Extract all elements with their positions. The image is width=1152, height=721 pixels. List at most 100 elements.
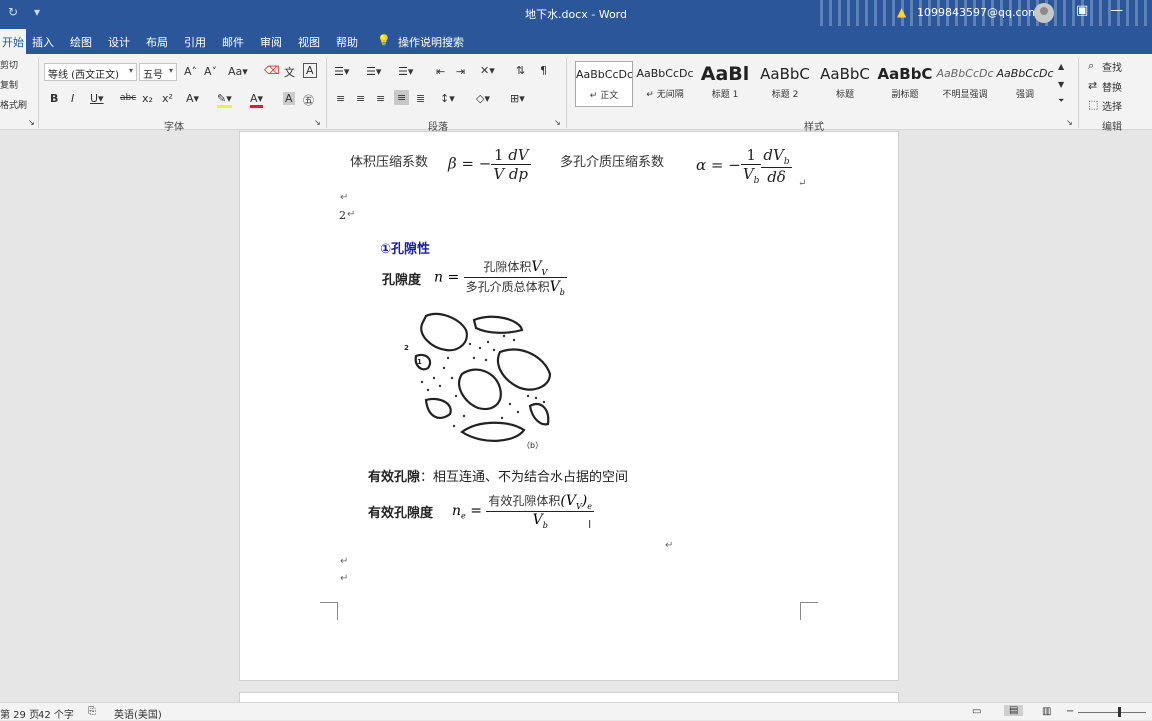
sort-icon[interactable]: ⇅: [516, 64, 525, 77]
style-normal[interactable]: AaBbCcDc ↵ 正文: [575, 61, 633, 107]
effective-pore-definition: ：相互连通、不为结合水占据的空间: [420, 470, 629, 485]
enclose-characters-icon[interactable]: ㊄: [303, 92, 314, 108]
styles-more-icon[interactable]: ⏷: [1058, 96, 1064, 106]
grain: [528, 402, 550, 426]
style-no-spacing[interactable]: AaBbCcDc ↵ 无间隔: [636, 61, 694, 107]
format-painter-button[interactable]: 格式刷: [0, 98, 27, 111]
tab-layout[interactable]: 布局: [146, 34, 168, 50]
multilevel-list-icon[interactable]: ☰▾: [398, 65, 413, 78]
tab-home[interactable]: 开始: [0, 29, 26, 54]
tab-view[interactable]: 视图: [298, 34, 320, 50]
style-subtle-emphasis[interactable]: AaBbCcDc 不明显强调: [936, 61, 994, 107]
tab-mailings[interactable]: 邮件: [222, 34, 244, 50]
paragraph-mark: ↵: [665, 540, 674, 551]
increase-indent-icon[interactable]: ⇥: [456, 65, 465, 78]
grain: [460, 421, 526, 442]
page-count[interactable]: 第 29 页: [0, 706, 39, 721]
styles-scroll-up-icon[interactable]: ▲: [1058, 62, 1064, 71]
tab-draw[interactable]: 绘图: [70, 34, 92, 50]
style-emphasis[interactable]: AaBbCcDc 强调: [996, 61, 1054, 107]
strikethrough-icon[interactable]: abc: [120, 93, 136, 103]
clear-formatting-icon[interactable]: ⌫: [264, 64, 280, 77]
zoom-slider-thumb[interactable]: [1118, 707, 1121, 717]
cut-button[interactable]: 剪切: [0, 58, 18, 71]
clipboard-launcher-icon[interactable]: ↘: [28, 118, 35, 127]
font-name-dropdown[interactable]: 等线 (西文正文) ▾: [44, 63, 137, 81]
minimize-icon[interactable]: —: [1110, 3, 1123, 18]
style-heading-1[interactable]: AaBl 标题 1: [696, 61, 754, 107]
paragraph-launcher-icon[interactable]: ↘: [554, 118, 561, 127]
ribbon-display-icon[interactable]: ▣: [1076, 3, 1088, 18]
tell-me-search[interactable]: 操作说明搜索: [398, 34, 464, 50]
word-count[interactable]: 42 个字: [38, 706, 74, 721]
align-right-icon[interactable]: ≡: [376, 92, 385, 105]
avatar[interactable]: [1034, 3, 1054, 23]
chevron-down-icon: ▾: [128, 66, 133, 75]
style-sample: AaBbC: [820, 65, 870, 83]
shading-icon[interactable]: ◇▾: [476, 92, 490, 105]
text-effects-icon[interactable]: A▾: [186, 92, 199, 105]
grow-font-icon[interactable]: A˄: [184, 65, 197, 78]
warning-icon[interactable]: ▲: [897, 5, 906, 19]
align-center-icon[interactable]: ≡: [356, 92, 365, 105]
zoom-out-icon[interactable]: −: [1066, 706, 1074, 717]
numbering-icon[interactable]: ☰▾: [366, 65, 381, 78]
styles-scroll-down-icon[interactable]: ▼: [1058, 80, 1064, 89]
effective-pore-line: 有效孔隙：相互连通、不为结合水占据的空间: [368, 466, 628, 485]
superscript-icon[interactable]: x²: [162, 92, 173, 105]
find-button[interactable]: 查找: [1102, 59, 1122, 74]
tab-design[interactable]: 设计: [108, 34, 130, 50]
style-heading-2[interactable]: AaBbC 标题 2: [756, 61, 814, 107]
tab-review[interactable]: 审阅: [260, 34, 282, 50]
replace-button[interactable]: 替换: [1102, 79, 1122, 94]
bullets-icon[interactable]: ☰▾: [334, 65, 349, 78]
copy-button[interactable]: 复制: [0, 78, 18, 91]
language[interactable]: 英语(美国): [114, 706, 162, 721]
zoom-slider[interactable]: [1078, 712, 1146, 713]
font-size-dropdown[interactable]: 五号 ▾: [139, 63, 177, 81]
read-mode-icon[interactable]: ▭: [972, 706, 981, 717]
borders-icon[interactable]: ⊞▾: [510, 92, 525, 105]
tab-insert[interactable]: 插入: [32, 34, 54, 50]
bold-icon[interactable]: B: [50, 92, 58, 105]
document-page[interactable]: 体积压缩系数 β = −1 VdV dp 多孔介质压缩系数 α = −1 Vb dVb d…: [239, 131, 899, 681]
align-left-icon[interactable]: ≡: [336, 92, 345, 105]
lightbulb-icon: 💡: [377, 34, 391, 47]
select-button[interactable]: 选择: [1102, 98, 1122, 113]
tab-help[interactable]: 帮助: [336, 34, 358, 50]
line-spacing-icon[interactable]: ↕▾: [440, 92, 455, 105]
find-icon: ⌕: [1088, 59, 1095, 72]
subscript-icon[interactable]: x₂: [142, 92, 153, 105]
style-name: 不明显强调: [942, 90, 988, 100]
proofing-icon[interactable]: ⎘: [88, 706, 96, 717]
replace-icon: ⇄: [1088, 79, 1098, 92]
style-subtitle[interactable]: AaBbC 副标题: [876, 61, 934, 107]
account-email[interactable]: 1099843597@qq.com: [917, 6, 1039, 19]
select-icon: ⬚: [1088, 98, 1099, 111]
underline-icon[interactable]: U▾: [90, 92, 104, 105]
decrease-indent-icon[interactable]: ⇤: [436, 65, 445, 78]
print-layout-icon[interactable]: ▤: [1004, 705, 1024, 716]
character-border-icon[interactable]: A: [303, 63, 317, 78]
highlight-icon[interactable]: ✎▾: [217, 92, 232, 108]
character-shading-icon[interactable]: A: [283, 92, 295, 105]
style-name: 标题 2: [771, 90, 799, 100]
chinese-layout-icon[interactable]: ✕▾: [480, 64, 495, 77]
justify-icon[interactable]: ≡: [394, 90, 410, 105]
web-layout-icon[interactable]: ▥: [1042, 706, 1051, 717]
effective-pore-label: 有效孔隙: [368, 470, 421, 485]
change-case-icon[interactable]: Aa▾: [228, 65, 248, 78]
tab-references[interactable]: 引用: [184, 34, 206, 50]
font-color-icon[interactable]: A▾: [250, 92, 264, 108]
style-name: ↵ 无间隔: [646, 90, 684, 100]
style-title[interactable]: AaBbC 标题: [816, 61, 874, 107]
italic-icon[interactable]: I: [71, 92, 74, 105]
phonetic-guide-icon[interactable]: 文: [284, 64, 295, 80]
paragraph-mark: ↵: [798, 178, 807, 189]
font-launcher-icon[interactable]: ↘: [314, 118, 321, 127]
styles-launcher-icon[interactable]: ↘: [1066, 118, 1073, 127]
show-marks-icon[interactable]: ¶: [540, 64, 547, 77]
shrink-font-icon[interactable]: A˅: [204, 65, 217, 78]
style-sample: AaBl: [700, 63, 750, 85]
distributed-icon[interactable]: ≣: [416, 92, 425, 105]
